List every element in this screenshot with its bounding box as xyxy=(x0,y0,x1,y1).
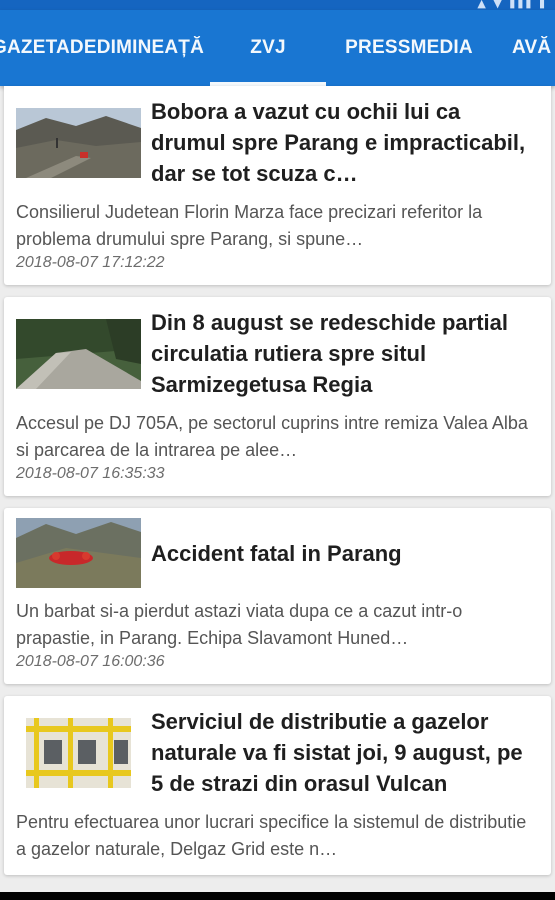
tab-bar: GAZETADEDIMINEAȚĂ ZVJ PRESSMEDIA AVĂ xyxy=(0,10,555,86)
article-title: Bobora a vazut cu ochii lui ca drumul sp… xyxy=(151,99,526,186)
article-title: Serviciul de distributie a gazelor natur… xyxy=(151,709,523,796)
article-thumbnail xyxy=(16,318,141,389)
article-list: Bobora a vazut cu ochii lui ca drumul sp… xyxy=(0,86,555,875)
tab-ava[interactable]: AVĂ xyxy=(492,10,555,86)
article-summary: Accesul pe DJ 705A, pe sectorul cuprins … xyxy=(16,413,528,460)
article-summary: Consilierul Judetean Florin Marza face p… xyxy=(16,202,483,249)
tab-gazetadedimineata[interactable]: GAZETADEDIMINEAȚĂ xyxy=(0,10,210,86)
system-nav-bar xyxy=(0,892,555,900)
status-bar: ▲ ▼ ▮▮▮ ▮ xyxy=(0,0,555,10)
article-card[interactable]: Bobora a vazut cu ochii lui ca drumul sp… xyxy=(4,86,551,285)
tab-pressmedia[interactable]: PRESSMEDIA xyxy=(326,10,492,86)
tab-strip: GAZETADEDIMINEAȚĂ ZVJ PRESSMEDIA AVĂ xyxy=(0,10,555,86)
status-icons: ▲ ▼ ▮▮▮ ▮ xyxy=(477,0,547,10)
article-title: Din 8 august se redeschide partial circu… xyxy=(151,310,509,397)
article-card[interactable]: Accident fatal in Parang Un barbat si-a … xyxy=(4,508,551,684)
article-card[interactable]: Serviciul de distributie a gazelor natur… xyxy=(4,696,551,875)
article-thumbnail xyxy=(16,717,141,788)
tab-zvj[interactable]: ZVJ xyxy=(210,10,326,86)
article-date: 2018-08-07 16:00:36 xyxy=(16,653,165,670)
article-date: 2018-08-07 16:35:33 xyxy=(16,465,165,482)
article-title: Accident fatal in Parang xyxy=(151,540,402,566)
article-summary: Pentru efectuarea unor lucrari specifice… xyxy=(16,812,527,859)
article-thumbnail xyxy=(16,107,141,178)
article-summary: Un barbat si-a pierdut astazi viata dupa… xyxy=(16,601,463,648)
article-thumbnail xyxy=(16,518,141,588)
article-date: 2018-08-07 17:12:22 xyxy=(16,254,165,271)
article-card[interactable]: Din 8 august se redeschide partial circu… xyxy=(4,297,551,496)
